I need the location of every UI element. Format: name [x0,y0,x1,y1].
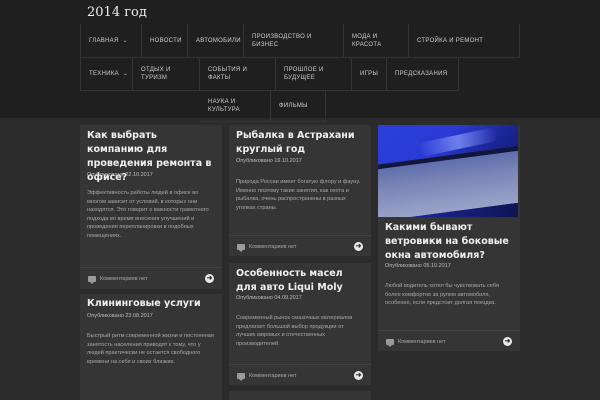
nav-item-construction[interactable]: Стройка и ремонт [409,24,520,58]
post-image[interactable] [378,125,518,217]
post-card: Клининговые услуги Опубликовано 23.08.20… [80,294,222,400]
post-footer: Комментариев нет ➜ [80,267,222,289]
arrow-right-circle-icon[interactable]: ➜ [503,337,512,346]
post-excerpt: Любой водитель хотел бы чувствовать себя… [385,283,499,306]
post-date: Опубликовано 19.10.2017 [236,158,302,164]
nav-item-tech[interactable]: Техника ⌄ [80,58,133,91]
post-excerpt: Эффективность работы людей в офисе во мн… [87,190,209,239]
nav-item-films[interactable]: Фильмы [271,91,326,122]
post-excerpt: Быстрый ритм современной жизни и постоян… [87,333,214,365]
post-title[interactable]: Какими бывают ветровики на боковые окна … [385,221,514,263]
post-excerpt: Современный рынок смазочных материалов п… [236,315,353,347]
comment-icon [88,276,96,284]
post-title[interactable]: Рыбалка в Астрахани круглый год [236,129,365,157]
comments-link[interactable]: Комментариев нет [398,339,446,345]
nav-item-science[interactable]: Наука и культура [200,91,271,122]
nav-item-home[interactable]: Главная ⌄ [80,24,142,58]
post-card: Рыбалка в Астрахани круглый год Опублико… [229,125,371,256]
comments-link[interactable]: Комментариев нет [100,276,148,282]
site-title[interactable]: 2014 год [87,5,147,20]
nav-item-travel[interactable]: Отдых и туризм [133,58,200,91]
nav-item-cars[interactable]: Автомобили [188,24,244,58]
comment-icon [237,244,245,252]
post-footer: Комментариев нет ➜ [229,235,371,256]
comments-link[interactable]: Комментариев нет [249,244,297,250]
arrow-right-circle-icon[interactable]: ➜ [205,274,214,283]
post-date: Опубликовано 23.08.2017 [87,313,153,319]
arrow-right-circle-icon[interactable]: ➜ [354,371,363,380]
post-card: Как выбрать компанию для проведения ремо… [80,125,222,289]
post-date: Опубликовано 22.10.2017 [87,172,153,178]
post-card [229,391,371,400]
post-date: Опубликовано 04.09.2017 [236,295,302,301]
post-title[interactable]: Особенность масел для авто Liqui Moly [236,267,365,295]
chevron-down-icon: ⌄ [122,71,129,77]
post-footer: Комментариев нет ➜ [229,364,371,385]
post-card: Особенность масел для авто Liqui Moly Оп… [229,263,371,385]
comment-icon [386,339,394,347]
main-nav: Главная ⌄ Новости Автомобили Производство… [80,24,520,122]
comments-link[interactable]: Комментариев нет [249,373,297,379]
nav-item-games[interactable]: Игры [352,58,387,91]
comment-icon [237,373,245,381]
nav-item-predictions[interactable]: Предсказания [387,58,459,91]
site-header: 2014 год Главная ⌄ Новости Автомобили Про… [0,0,600,122]
post-title[interactable]: Клининговые услуги [87,297,216,311]
post-excerpt: Природа России имеет богатую флору и фау… [236,179,361,211]
chevron-down-icon: ⌄ [122,37,128,44]
nav-item-business[interactable]: Производство и бизнес [244,24,344,58]
car-window [378,141,518,217]
nav-item-events[interactable]: События и факты [200,58,276,91]
arrow-right-circle-icon[interactable]: ➜ [354,242,363,251]
nav-item-news[interactable]: Новости [142,24,188,58]
post-date: Опубликовано 05.10.2017 [385,263,451,269]
post-card: Какими бывают ветровики на боковые окна … [378,125,520,351]
post-footer: Комментариев нет ➜ [378,330,520,351]
nav-item-past-future[interactable]: Прошлое и будущее [276,58,352,91]
nav-item-fashion[interactable]: Мода и красота [344,24,409,58]
